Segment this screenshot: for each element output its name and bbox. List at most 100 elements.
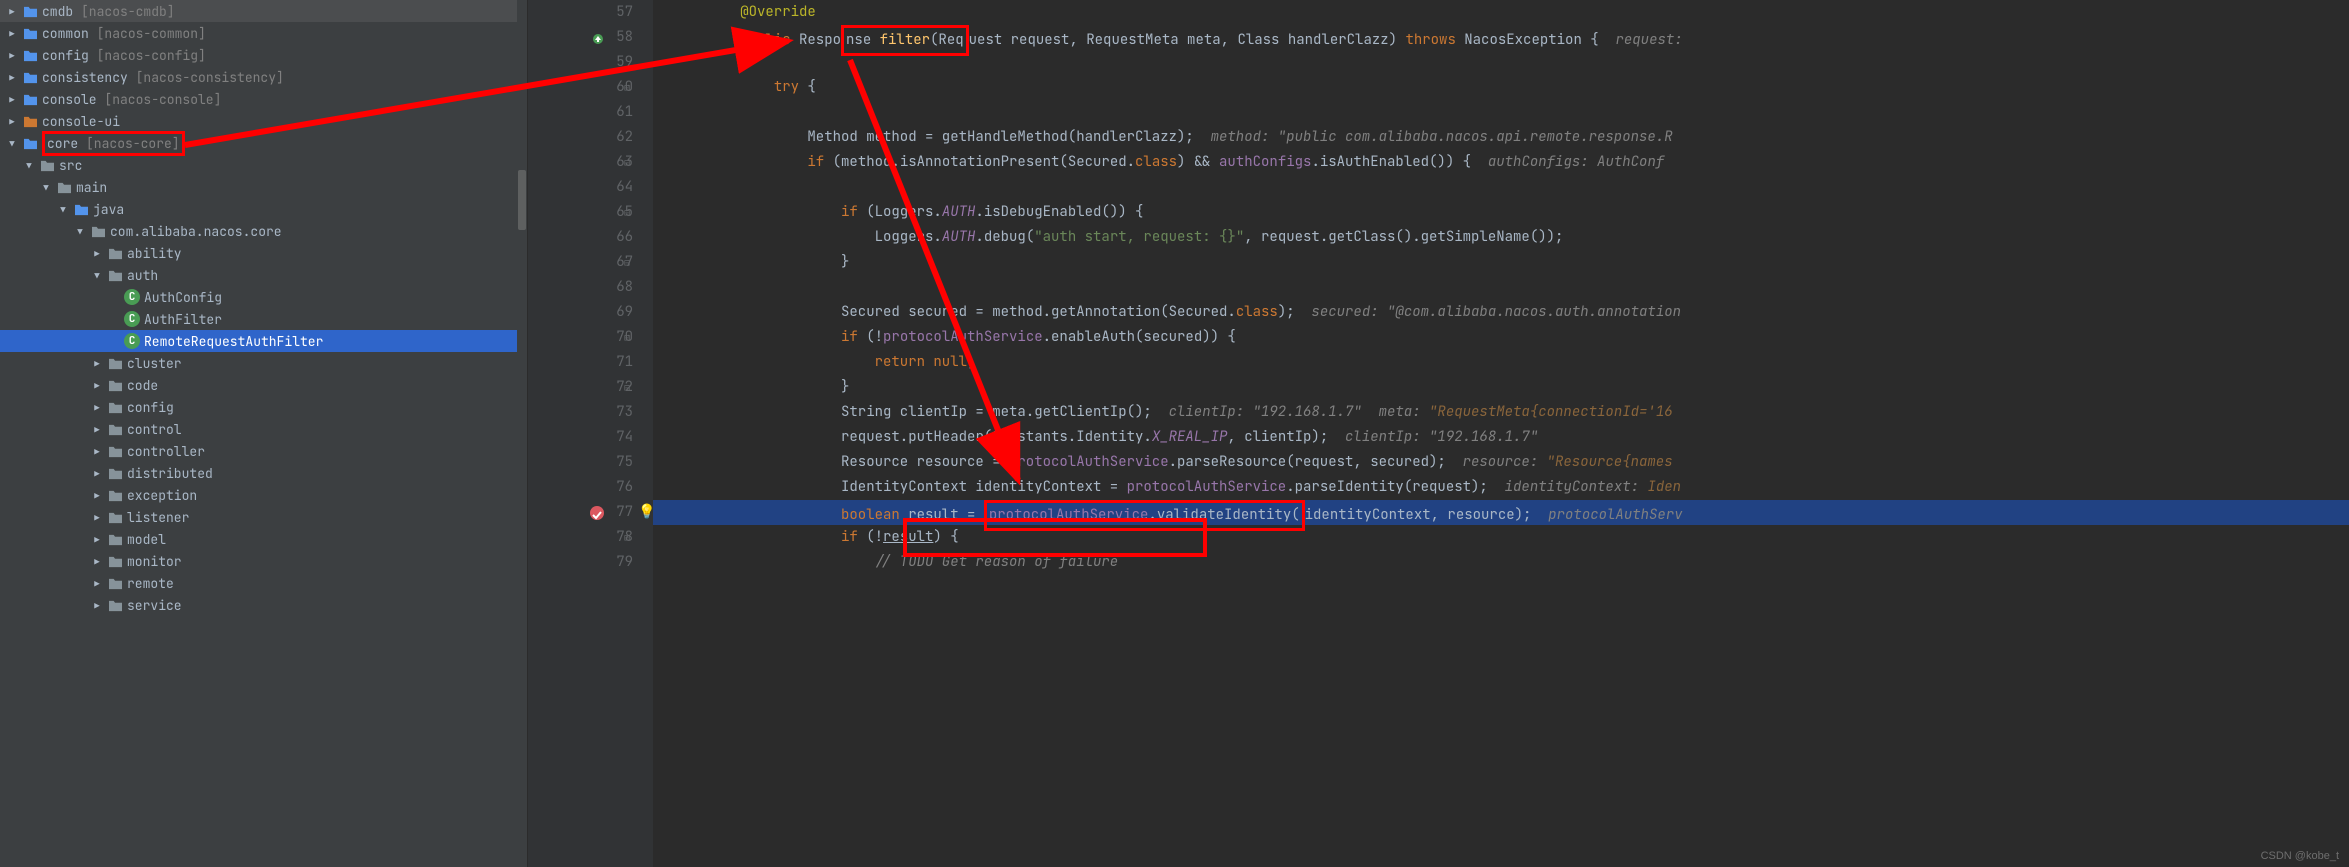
tree-arrow-icon[interactable]: [91, 423, 103, 436]
tree-arrow-icon[interactable]: [91, 269, 103, 282]
tree-arrow-icon[interactable]: [91, 379, 103, 392]
tree-item-listener[interactable]: listener: [0, 506, 527, 528]
code-line-72[interactable]: }: [653, 375, 2349, 400]
tree-item-control[interactable]: control: [0, 418, 527, 440]
tree-item-consistency[interactable]: consistency [nacos-consistency]: [0, 66, 527, 88]
tree-arrow-icon[interactable]: [91, 489, 103, 502]
code-line-57[interactable]: @Override: [653, 0, 2349, 25]
code-line-68[interactable]: [653, 275, 2349, 300]
tree-item-AuthFilter[interactable]: CAuthFilter: [0, 308, 527, 330]
gutter-line-69[interactable]: 69: [528, 300, 633, 325]
tree-item-cmdb[interactable]: cmdb [nacos-cmdb]: [0, 0, 527, 22]
tree-arrow-icon[interactable]: [91, 445, 103, 458]
gutter-line-70[interactable]: 70⊟: [528, 325, 633, 350]
gutter-line-66[interactable]: 66: [528, 225, 633, 250]
tree-arrow-icon[interactable]: [57, 203, 69, 216]
tree-item-java[interactable]: java: [0, 198, 527, 220]
tree-item-controller[interactable]: controller: [0, 440, 527, 462]
tree-item-console-ui[interactable]: console-ui: [0, 110, 527, 132]
tree-item-exception[interactable]: exception: [0, 484, 527, 506]
code-line-73[interactable]: String clientIp = meta.getClientIp(); cl…: [653, 400, 2349, 425]
gutter-line-79[interactable]: 79: [528, 550, 633, 575]
tree-item-console[interactable]: console [nacos-console]: [0, 88, 527, 110]
tree-arrow-icon[interactable]: [91, 599, 103, 612]
gutter-line-59[interactable]: 59: [528, 50, 633, 75]
tree-arrow-icon[interactable]: [6, 137, 18, 150]
code-line-78[interactable]: if (!result) {: [653, 525, 2349, 550]
gutter-line-72[interactable]: 72⊟: [528, 375, 633, 400]
intention-bulb-icon[interactable]: 💡: [638, 500, 655, 525]
tree-arrow-icon[interactable]: [91, 247, 103, 260]
gutter-line-75[interactable]: 75: [528, 450, 633, 475]
gutter-line-76[interactable]: 76: [528, 475, 633, 500]
fold-marker-icon[interactable]: ⊟: [624, 75, 630, 100]
tree-item-RemoteRequestAuthFilter[interactable]: CRemoteRequestAuthFilter: [0, 330, 527, 352]
gutter-line-64[interactable]: 64: [528, 175, 633, 200]
code-line-69[interactable]: Secured secured = method.getAnnotation(S…: [653, 300, 2349, 325]
tree-item-auth[interactable]: auth: [0, 264, 527, 286]
fold-marker-icon[interactable]: ⊟: [624, 150, 630, 175]
tree-item-distributed[interactable]: distributed: [0, 462, 527, 484]
gutter-line-61[interactable]: 61: [528, 100, 633, 125]
tree-item-main[interactable]: main: [0, 176, 527, 198]
tree-arrow-icon[interactable]: [91, 533, 103, 546]
code-line-67[interactable]: }: [653, 250, 2349, 275]
tree-item-service[interactable]: service: [0, 594, 527, 616]
tree-item-core[interactable]: core [nacos-core]: [0, 132, 527, 154]
tree-arrow-icon[interactable]: [74, 225, 86, 238]
sidebar-scrollbar[interactable]: [517, 0, 527, 867]
fold-marker-icon[interactable]: ⊟: [624, 525, 630, 550]
gutter-line-65[interactable]: 65⊟: [528, 200, 633, 225]
breakpoint-icon[interactable]: [590, 506, 604, 520]
code-line-70[interactable]: if (!protocolAuthService.enableAuth(secu…: [653, 325, 2349, 350]
code-editor[interactable]: 57585960⊟616263⊟6465⊟6667⊟686970⊟7172⊟73…: [528, 0, 2349, 867]
tree-item-ability[interactable]: ability: [0, 242, 527, 264]
tree-item-remote[interactable]: remote: [0, 572, 527, 594]
code-line-60[interactable]: try {: [653, 75, 2349, 100]
editor-code-area[interactable]: @Override public Response filter(Request…: [653, 0, 2349, 867]
code-line-71[interactable]: return null;: [653, 350, 2349, 375]
tree-arrow-icon[interactable]: [91, 577, 103, 590]
tree-arrow-icon[interactable]: [91, 467, 103, 480]
gutter-line-63[interactable]: 63⊟: [528, 150, 633, 175]
gutter-line-62[interactable]: 62: [528, 125, 633, 150]
tree-arrow-icon[interactable]: [6, 5, 18, 18]
tree-item-code[interactable]: code: [0, 374, 527, 396]
code-line-66[interactable]: Loggers.AUTH.debug("auth start, request:…: [653, 225, 2349, 250]
tree-arrow-icon[interactable]: [6, 27, 18, 40]
tree-arrow-icon[interactable]: [91, 511, 103, 524]
tree-arrow-icon[interactable]: [40, 181, 52, 194]
gutter-line-78[interactable]: 78⊟: [528, 525, 633, 550]
gutter-line-60[interactable]: 60⊟: [528, 75, 633, 100]
code-line-76[interactable]: IdentityContext identityContext = protoc…: [653, 475, 2349, 500]
gutter-line-73[interactable]: 73: [528, 400, 633, 425]
code-line-62[interactable]: Method method = getHandleMethod(handlerC…: [653, 125, 2349, 150]
tree-arrow-icon[interactable]: [6, 71, 18, 84]
tree-item-config[interactable]: config [nacos-config]: [0, 44, 527, 66]
project-tree-sidebar[interactable]: cmdb [nacos-cmdb]common [nacos-common]co…: [0, 0, 528, 867]
tree-item-com-alibaba-nacos-core[interactable]: com.alibaba.nacos.core: [0, 220, 527, 242]
gutter-line-57[interactable]: 57: [528, 0, 633, 25]
tree-arrow-icon[interactable]: [91, 401, 103, 414]
tree-arrow-icon[interactable]: [6, 49, 18, 62]
code-line-58[interactable]: public Response filter(Request request, …: [653, 25, 2349, 50]
tree-arrow-icon[interactable]: [91, 357, 103, 370]
gutter-line-71[interactable]: 71: [528, 350, 633, 375]
code-line-64[interactable]: [653, 175, 2349, 200]
gutter-line-74[interactable]: 74: [528, 425, 633, 450]
code-line-74[interactable]: request.putHeader(Constants.Identity.X_R…: [653, 425, 2349, 450]
code-line-63[interactable]: if (method.isAnnotationPresent(Secured.c…: [653, 150, 2349, 175]
gutter-line-67[interactable]: 67⊟: [528, 250, 633, 275]
code-line-65[interactable]: if (Loggers.AUTH.isDebugEnabled()) {: [653, 200, 2349, 225]
tree-arrow-icon[interactable]: [91, 555, 103, 568]
gutter-line-68[interactable]: 68: [528, 275, 633, 300]
tree-item-cluster[interactable]: cluster: [0, 352, 527, 374]
code-line-61[interactable]: [653, 100, 2349, 125]
tree-item-AuthConfig[interactable]: CAuthConfig: [0, 286, 527, 308]
code-line-77[interactable]: boolean result = protocolAuthService.val…: [653, 500, 2349, 525]
tree-arrow-icon[interactable]: [23, 159, 35, 172]
code-line-75[interactable]: Resource resource = protocolAuthService.…: [653, 450, 2349, 475]
gutter-line-58[interactable]: 58: [528, 25, 633, 50]
tree-arrow-icon[interactable]: [6, 115, 18, 128]
fold-marker-icon[interactable]: ⊟: [624, 375, 630, 400]
